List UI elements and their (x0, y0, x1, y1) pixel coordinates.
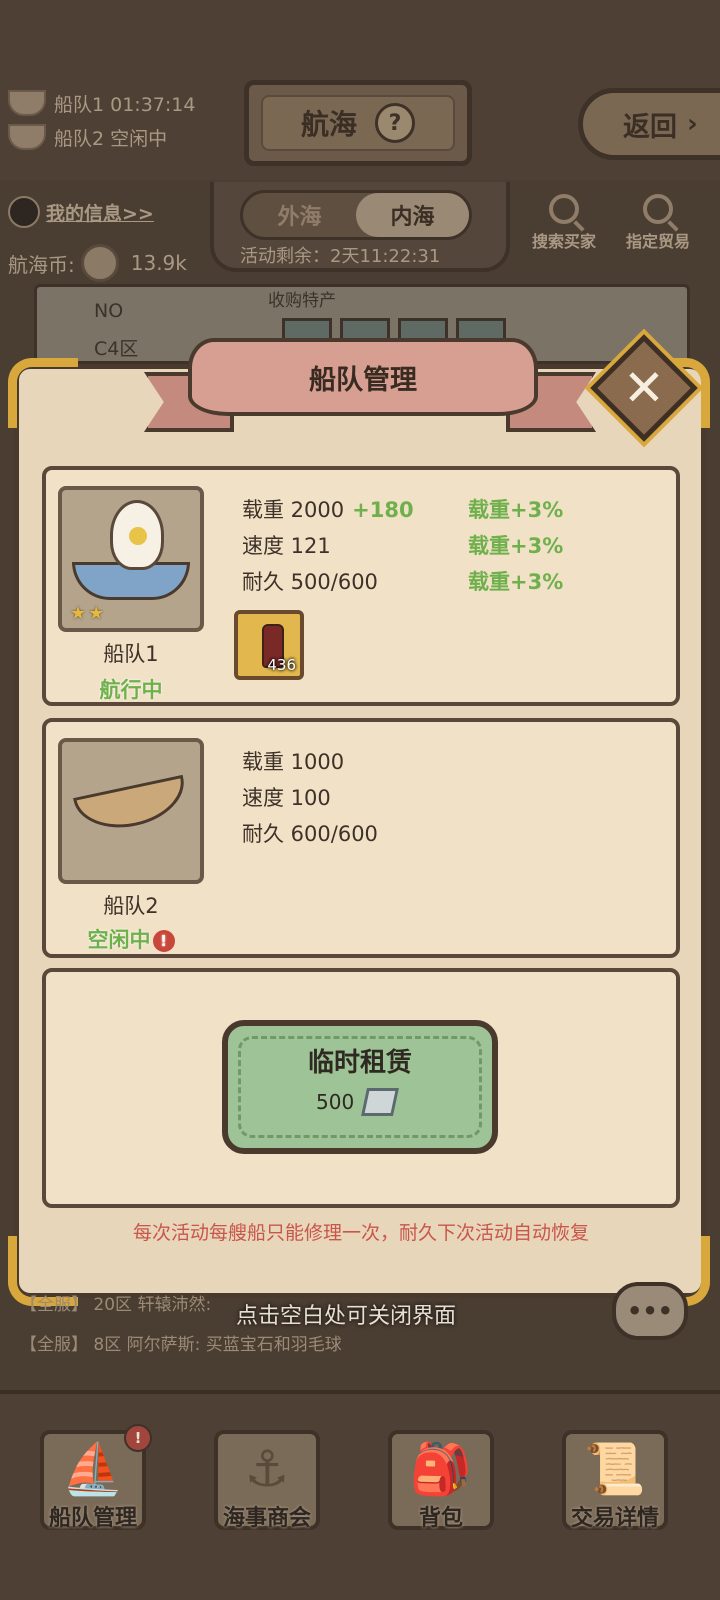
fleet-status-2[interactable]: 船队2 空闲中 (8, 120, 195, 154)
search-buyer-button[interactable]: 搜索买家 (532, 194, 596, 252)
frame-corner (8, 358, 78, 428)
buff-label: 载重+3% (468, 570, 564, 594)
back-label: 返回 (623, 111, 677, 143)
nav-label: 船队管理 (48, 1506, 137, 1531)
buff-label: 载重+3% (468, 534, 564, 558)
coin-value: 13.9k (130, 251, 187, 275)
close-icon[interactable]: ✕ (606, 350, 682, 426)
ship-portrait-2[interactable] (58, 738, 204, 884)
region-no: NO (94, 300, 124, 322)
boat-icon (8, 124, 46, 150)
page-title: 航海 (300, 108, 357, 141)
region-zone: C4区 (94, 338, 139, 360)
designated-trade-button[interactable]: 指定贸易 (626, 194, 690, 252)
chat-message: 【全服】 8区 阿尔萨斯: 买蓝宝石和羽毛球 (20, 1330, 342, 1355)
fleet-name: 船队2 (103, 894, 159, 918)
modal-title-ribbon: 船队管理 (188, 338, 538, 416)
alert-icon: ! (152, 930, 175, 952)
star-rating-icon: ★★ (70, 603, 107, 624)
coin-balance: 航海币: 13.9k (8, 244, 187, 282)
stat-speed: 速度 100 (242, 786, 331, 810)
repair-notice: 每次活动每艘船只能修理一次，耐久下次活动自动恢复 (132, 1222, 589, 1244)
ship-sail (110, 500, 164, 570)
fleet-status-text: 船队1 01:37:14 (54, 93, 196, 116)
stat-label: 耐久 500/600 (242, 570, 378, 594)
fleet-status-badge: 航行中 (99, 678, 163, 702)
ship-icon: ⛵ (61, 1440, 125, 1498)
stat-capacity: 载重 2000 +180 (242, 494, 414, 524)
nav-fleet-management[interactable]: ⛵ 船队管理 ! (40, 1424, 152, 1531)
tab-inner-sea[interactable]: 内海 (356, 193, 469, 237)
stat-label: 载重 2000 (242, 498, 345, 522)
stat-speed: 速度 121 (242, 530, 331, 560)
close-hint: 点击空白处可关闭界面 (236, 1304, 457, 1329)
cargo-slot[interactable]: 436 (234, 610, 304, 680)
nav-maritime-guild[interactable]: ⚓ 海事商会 (214, 1430, 320, 1531)
silver-ingot-icon (361, 1088, 400, 1116)
chevron-right-icon: › (687, 109, 698, 139)
nav-label: 海事商会 (222, 1506, 311, 1531)
coin-label: 航海币: (8, 252, 75, 277)
magnifier-icon (549, 194, 579, 224)
sun-emblem-icon (129, 527, 147, 545)
tab-outer-sea[interactable]: 外海 (243, 193, 356, 237)
fleet-card-2: 船队2 空闲中! 载重 1000 速度 100 耐久 600/600 (42, 718, 680, 958)
back-button[interactable]: 返回 › (578, 88, 720, 160)
purchase-label: 收购特产 (268, 291, 336, 311)
scroll-icon: 📜 (583, 1440, 647, 1498)
my-info-label: 我的信息>> (46, 202, 154, 225)
alert-badge-icon: ! (124, 1424, 152, 1452)
temporary-rent-button[interactable] (222, 1020, 498, 1154)
fleet-status-text: 空闲中 (87, 928, 151, 952)
backpack-icon: 🎒 (409, 1440, 473, 1498)
rowboat-icon (73, 774, 191, 838)
fleet-status-1[interactable]: 船队1 01:37:14 (8, 86, 195, 120)
chat-channel: 【全服】 (20, 1335, 88, 1355)
stat-label: 速度 121 (242, 534, 331, 558)
ship-portrait-1[interactable]: ★★ (58, 486, 204, 632)
fleet-status-badge: 空闲中! (58, 924, 204, 954)
boat-icon (8, 90, 46, 116)
cargo-count: 436 (267, 656, 296, 674)
buff-label: 载重+3% (468, 498, 564, 522)
designated-trade-label: 指定贸易 (626, 232, 691, 251)
chat-text: 8区 阿尔萨斯: 买蓝宝石和羽毛球 (93, 1335, 342, 1355)
rent-cost-value: 500 (316, 1090, 355, 1114)
my-info-link[interactable]: 我的信息>> (8, 196, 154, 228)
nav-trade-details[interactable]: 📜 交易详情 (562, 1430, 668, 1531)
nav-label: 交易详情 (570, 1506, 659, 1531)
nav-backpack[interactable]: 🎒 背包 (388, 1430, 494, 1531)
chat-bubble-icon[interactable]: ••• (612, 1282, 688, 1340)
avatar-icon (8, 196, 40, 228)
chat-text: 20区 轩辕沛然: (93, 1295, 212, 1315)
fleet-name: 船队1 (103, 642, 159, 666)
chat-message: 【全服】 20区 轩辕沛然: (20, 1290, 211, 1315)
event-remaining: 活动剩余：2天11:22:31 (240, 246, 441, 267)
stat-durability: 耐久 600/600 (242, 822, 378, 846)
rent-label: 临时租赁 (307, 1048, 412, 1078)
stat-capacity: 载重 1000 (242, 750, 345, 774)
nav-label: 背包 (418, 1506, 463, 1531)
fleet-status-text: 船队2 空闲中 (54, 127, 168, 150)
coin-icon (80, 244, 119, 282)
anchor-icon: ⚓ (244, 1440, 290, 1498)
search-buyer-label: 搜索买家 (532, 232, 597, 251)
stat-durability: 耐久 500/600 (242, 566, 378, 596)
modal-title: 船队管理 (309, 364, 417, 396)
fleet-card-1: ★★ 船队1 航行中 载重 2000 +180 速度 121 耐久 500/600… (42, 466, 680, 706)
help-icon[interactable]: ? (375, 103, 415, 143)
rent-cost: 500 (316, 1088, 400, 1116)
stat-bonus: +180 (352, 498, 414, 522)
title-plate: 航海 ? (244, 80, 472, 166)
fleet-status-list: 船队1 01:37:14 船队2 空闲中 (8, 86, 195, 154)
sea-tabs: 外海 内海 (240, 190, 472, 240)
chat-channel: 【全服】 (20, 1295, 88, 1315)
magnifier-icon (643, 194, 673, 224)
